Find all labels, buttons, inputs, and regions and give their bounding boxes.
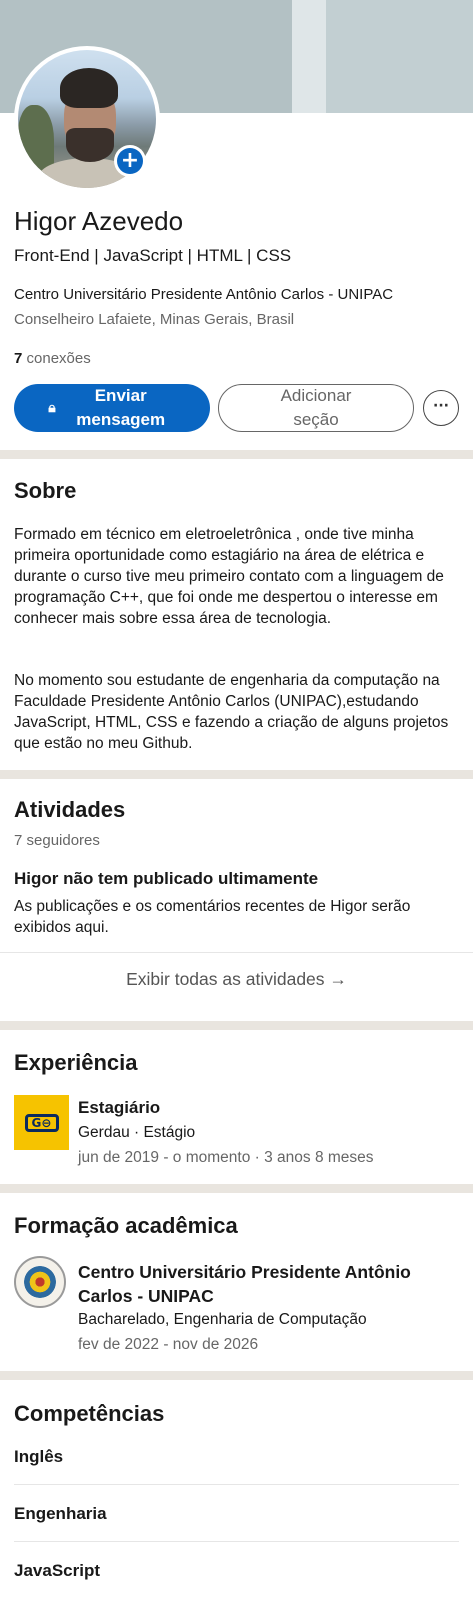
connections-label: conexões <box>26 350 91 367</box>
profile-name: Higor Azevedo <box>14 206 184 236</box>
add-section-button[interactable]: Adicionar seção <box>218 384 414 432</box>
profile-location: Conselheiro Lafaiete, Minas Gerais, Bras… <box>14 311 295 328</box>
education-school[interactable]: Centro Universitário Presidente Antônio … <box>78 1260 458 1308</box>
send-message-button[interactable]: 🔒︎ Enviar mensagem <box>14 384 210 432</box>
skills-title: Competências <box>14 1401 165 1426</box>
divider-line <box>14 1484 459 1485</box>
about-paragraph: No momento sou estudante de engenharia d… <box>14 672 449 752</box>
section-divider <box>0 450 473 459</box>
connections-number: 7 <box>14 350 23 367</box>
followers-count: 7 seguidores <box>14 832 100 849</box>
divider-line <box>14 1541 459 1542</box>
activity-empty-title: Higor não tem publicado ultimamente <box>14 869 319 888</box>
experience-role[interactable]: Estagiário <box>78 1098 160 1118</box>
skill-item[interactable]: JavaScript <box>14 1561 100 1581</box>
send-message-label: Enviar mensagem <box>76 386 166 429</box>
university-logo[interactable] <box>14 1256 66 1308</box>
education-degree: Bacharelado, Engenharia de Computação <box>78 1311 367 1328</box>
skill-item[interactable]: Engenharia <box>14 1504 107 1524</box>
company-logo-mark: G⊖ <box>24 1113 59 1132</box>
banner-band <box>326 0 473 113</box>
section-divider <box>0 1371 473 1380</box>
add-photo-button[interactable]: + <box>114 145 146 177</box>
education-dates: fev de 2022 - nov de 2026 <box>78 1336 259 1353</box>
banner-band <box>292 0 326 113</box>
education-title: Formação acadêmica <box>14 1213 238 1238</box>
university-seal-icon <box>24 1266 56 1298</box>
more-options-button[interactable]: ··· <box>423 390 459 426</box>
divider-line <box>0 952 473 953</box>
experience-company: Gerdau · Estágio <box>78 1124 196 1141</box>
experience-title: Experiência <box>14 1050 138 1075</box>
section-divider <box>0 1021 473 1030</box>
add-section-label: Adicionar seção <box>280 386 352 429</box>
show-all-activity-link[interactable]: Exibir todas as atividades → <box>0 969 473 990</box>
skill-item[interactable]: Inglês <box>14 1447 63 1467</box>
activity-empty-body: As publicações e os comentários recentes… <box>14 898 411 936</box>
connections-count[interactable]: 7 conexões <box>14 350 91 367</box>
section-divider <box>0 770 473 779</box>
about-title: Sobre <box>14 478 77 503</box>
about-paragraph: Formado em técnico em eletroeletrônica ,… <box>14 526 444 627</box>
profile-school[interactable]: Centro Universitário Presidente Antônio … <box>14 286 393 303</box>
experience-dates: jun de 2019 - o momento · 3 anos 8 meses <box>78 1149 374 1166</box>
plus-icon: + <box>117 148 143 174</box>
section-divider <box>0 1184 473 1193</box>
activity-title: Atividades <box>14 797 126 822</box>
gerdau-logo[interactable]: G⊖ <box>14 1095 69 1150</box>
profile-headline: Front-End | JavaScript | HTML | CSS <box>14 246 292 265</box>
lock-icon: 🔒︎ <box>48 400 56 416</box>
